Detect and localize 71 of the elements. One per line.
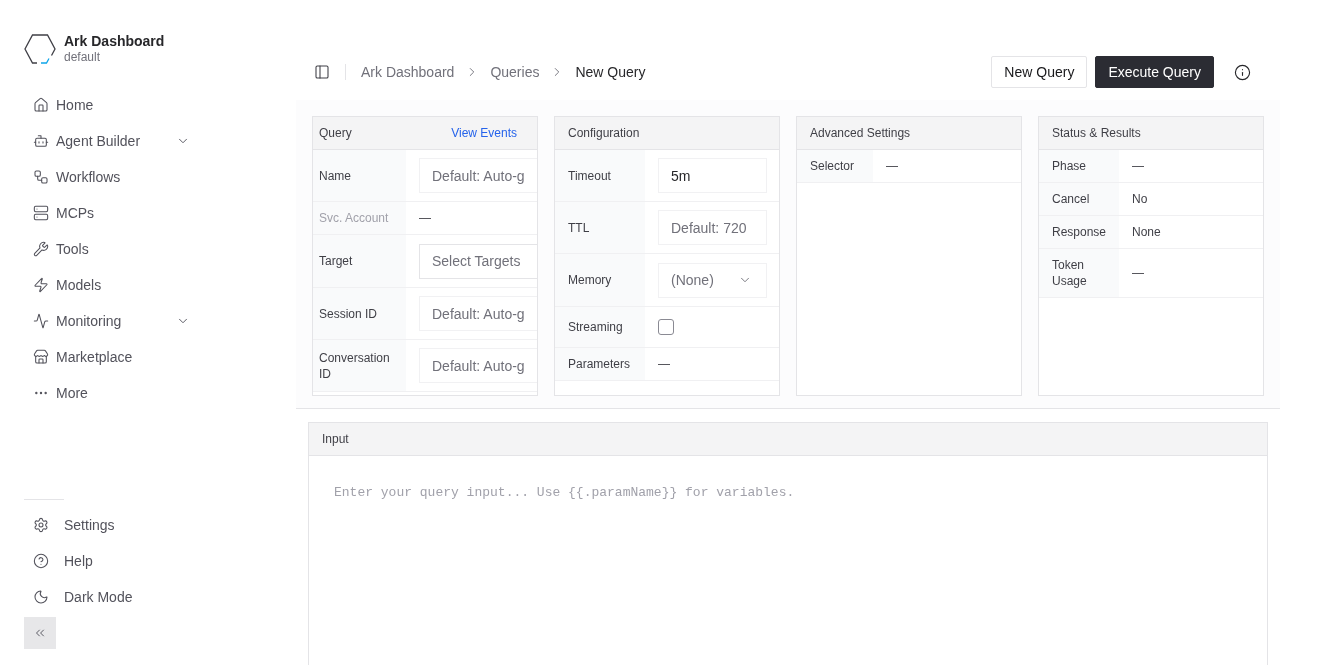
breadcrumb-link[interactable]: New Query: [575, 64, 646, 80]
nav-item[interactable]: Agent Builder: [24, 123, 200, 159]
field-label: Session ID: [313, 288, 406, 339]
breadcrumb-link[interactable]: Queries: [490, 64, 540, 80]
robot-icon: [33, 133, 49, 149]
nav-item[interactable]: Help: [24, 543, 200, 579]
brand-title: Ark Dashboard: [64, 32, 165, 50]
input-field[interactable]: 5m: [658, 158, 767, 193]
input-field[interactable]: Default: Auto-g: [419, 158, 537, 193]
nav-item[interactable]: Settings: [24, 507, 200, 543]
sidebar-toggle-icon[interactable]: [314, 64, 330, 80]
field-value: —: [886, 159, 898, 173]
action-button[interactable]: New Query: [991, 56, 1088, 88]
field-value: —: [1132, 159, 1144, 173]
nav-item[interactable]: Models: [24, 267, 200, 303]
input-field[interactable]: Default: Auto-g: [419, 348, 537, 383]
info-icon[interactable]: [1234, 63, 1251, 81]
field-value: —: [658, 357, 670, 371]
card-title: Status & Results: [1052, 126, 1141, 140]
store-icon: [33, 349, 49, 365]
field-label: Phase: [1039, 150, 1119, 182]
field-label: Name: [313, 150, 406, 201]
nodes-icon: [33, 169, 49, 185]
brand-subtitle: default: [64, 50, 102, 65]
select-field[interactable]: Select Targets: [419, 243, 537, 279]
server-icon: [33, 205, 49, 221]
field-value: —: [1132, 266, 1144, 280]
wrench-icon: [33, 241, 49, 257]
input-field[interactable]: Default: 720: [658, 210, 767, 245]
field-label: Cancel: [1039, 183, 1119, 215]
nav-item[interactable]: More: [24, 375, 200, 411]
field-label: Timeout: [555, 150, 645, 201]
query-input-field[interactable]: Enter your query input... Use {{.paramName}} for variables.: [308, 456, 1268, 665]
nav-item[interactable]: Home: [24, 87, 200, 123]
card-title: Query: [319, 126, 352, 140]
nav-item[interactable]: Tools: [24, 231, 200, 267]
card-title: Configuration: [568, 126, 640, 140]
field-label: Parameters: [555, 348, 645, 380]
field-label: Token Usage: [1039, 249, 1119, 297]
field-value: No: [1132, 192, 1148, 206]
card-title: Input: [322, 432, 349, 446]
execute-button[interactable]: Execute Query: [1095, 56, 1214, 88]
field-label: Streaming: [555, 307, 645, 347]
lightning-icon: [33, 277, 49, 293]
moon-icon: [33, 589, 49, 605]
view-events-link[interactable]: View Events: [451, 126, 517, 140]
field-label: Response: [1039, 216, 1119, 248]
select-field[interactable]: (None): [658, 262, 767, 298]
breadcrumb-link[interactable]: Ark Dashboard: [361, 64, 455, 80]
field-label: TTL: [555, 202, 645, 253]
input-field[interactable]: Default: Auto-g: [419, 296, 537, 331]
field-label: Selector: [797, 150, 873, 182]
field-label: Target: [313, 235, 406, 287]
chevrons-left-icon: [33, 626, 47, 640]
field-value: —: [419, 211, 431, 225]
card-title: Advanced Settings: [810, 126, 911, 140]
logo-icon: [24, 33, 56, 64]
settings-icon: [33, 517, 49, 533]
home-icon: [33, 97, 49, 113]
pulse-icon: [33, 313, 49, 329]
nav-item[interactable]: Monitoring: [24, 303, 200, 339]
field-label: Svc. Account: [313, 202, 406, 234]
nav-item[interactable]: Workflows: [24, 159, 200, 195]
field-label: Memory: [555, 254, 645, 306]
field-value: None: [1132, 225, 1161, 239]
nav-item[interactable]: MCPs: [24, 195, 200, 231]
nav-item[interactable]: Dark Mode: [24, 579, 200, 615]
help-icon: [33, 553, 49, 569]
nav-item[interactable]: Marketplace: [24, 339, 200, 375]
field-label: Conversation ID: [313, 340, 406, 391]
checkbox[interactable]: [658, 319, 674, 335]
